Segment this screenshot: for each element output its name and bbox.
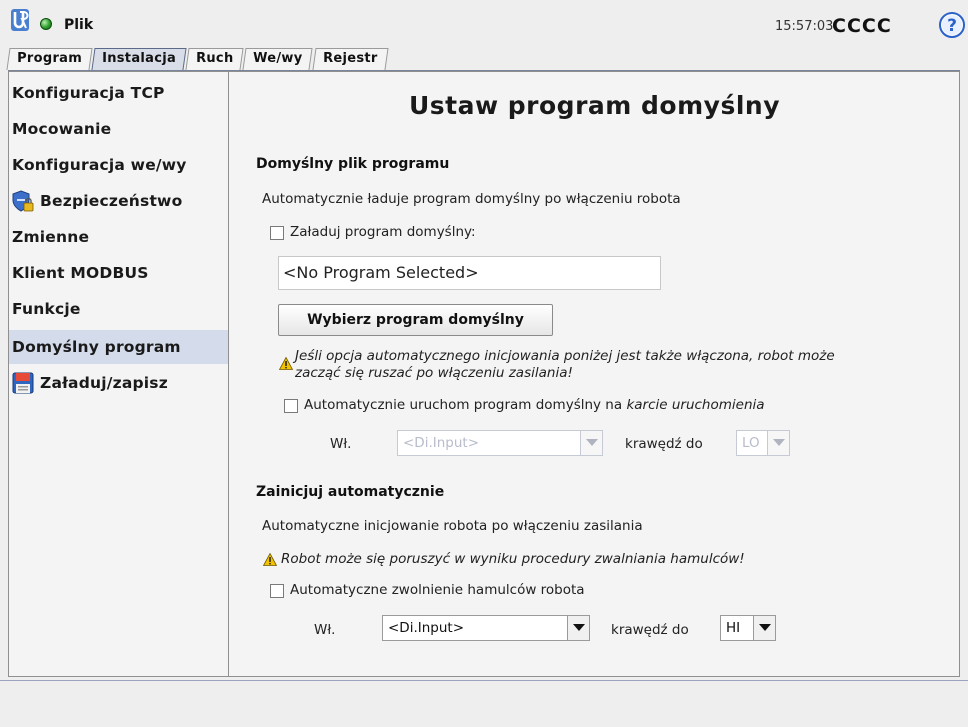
sidebar-item-variables[interactable]: Zmienne [9,220,228,254]
auto-init-heading: Zainicjuj automatycznie [256,484,445,500]
tab-label: Ruch [196,51,234,66]
sidebar-item-load-save[interactable]: Załaduj/zapisz [9,366,228,400]
sidebar-item-safety[interactable]: Bezpieczeństwo [9,184,228,218]
sidebar-item-modbus[interactable]: Klient MODBUS [9,256,228,290]
tab-label: Instalacja [102,51,177,66]
svg-text:?: ? [947,16,957,36]
sidebar-item-io-config[interactable]: Konfiguracja we/wy [9,148,228,182]
chevron-down-icon [753,616,775,640]
default-file-description: Automatycznie ładuje program domyślny po… [262,191,681,207]
file-menu[interactable]: Plik [64,17,93,33]
tab-log[interactable]: Rejestr [312,48,388,70]
autorun-label[interactable]: Automatycznie uruchom program domyślny n… [304,397,765,413]
autostart-warning-line2: zacząć się ruszać po włączeniu zasilania… [295,365,573,381]
brake-input-select[interactable]: <Di.Input> [382,615,590,641]
brake-edge-select[interactable]: HI [720,615,776,641]
chevron-down-icon [580,431,602,455]
select-default-program-button[interactable]: Wybierz program domyślny [278,304,553,336]
brake-input-value: <Di.Input> [388,620,465,636]
autorun-input-value: <Di.Input> [403,435,480,451]
robot-name: CCCC [832,15,892,37]
page-title: Ustaw program domyślny [408,91,780,120]
ur-logo-icon [11,9,29,31]
robot-status-icon[interactable] [40,18,52,30]
tab-label: Program [17,51,83,66]
sidebar-item-label: Bezpieczeństwo [40,192,183,210]
sidebar-item-label: Zmienne [12,228,90,246]
tab-installation[interactable]: Instalacja [91,48,187,70]
chevron-down-icon [567,616,589,640]
autorun-edge-label: krawędź do [625,436,703,452]
bottom-divider [0,680,968,681]
autorun-checkbox[interactable] [284,399,298,413]
warning-icon [263,553,277,566]
sidebar-item-label: Funkcje [12,300,81,318]
brake-release-checkbox[interactable] [270,584,284,598]
tab-io[interactable]: We/wy [242,48,314,70]
auto-init-description: Automatyczne inicjowanie robota po włącz… [262,518,643,534]
program-file-value: <No Program Selected> [283,263,479,282]
autorun-input-label: Wł. [330,436,352,452]
sidebar-item-label: Klient MODBUS [12,264,149,282]
brake-edge-value: HI [726,620,741,636]
sidebar: Konfiguracja TCP Mocowanie Konfiguracja … [8,71,229,677]
autorun-label-emphasis: karcie uruchomienia [626,397,765,413]
tab-label: Rejestr [322,51,378,66]
autostart-warning-line1: Jeśli opcja automatycznego inicjowania p… [295,348,835,364]
tab-bar: Program Instalacja Ruch We/wy Rejestr [6,48,388,70]
sidebar-item-label: Konfiguracja TCP [12,84,165,102]
sidebar-item-features[interactable]: Funkcje [9,292,228,326]
brake-edge-label: krawędź do [611,622,689,638]
autorun-edge-select: LO [736,430,790,456]
sidebar-item-label: Domyślny program [12,338,181,356]
clock: 15:57:03 [775,19,834,34]
warning-icon [279,357,293,370]
tab-move[interactable]: Ruch [185,48,244,70]
chevron-down-icon [767,431,789,455]
brake-release-warning: Robot może się poruszyć w wyniku procedu… [281,551,745,567]
autorun-label-text: Automatycznie uruchom program domyślny n… [304,397,627,413]
load-default-checkbox[interactable] [270,226,284,240]
sidebar-item-label: Załaduj/zapisz [40,374,168,392]
autorun-input-select: <Di.Input> [397,430,603,456]
top-bar: Plik 15:57:03 CCCC ? [0,0,968,48]
autorun-edge-value: LO [742,435,760,451]
tab-label: We/wy [253,51,303,66]
brake-input-label: Wł. [314,622,336,638]
brake-release-label[interactable]: Automatyczne zwolnienie hamulców robota [290,582,585,598]
sidebar-item-tcp-config[interactable]: Konfiguracja TCP [9,76,228,110]
sidebar-item-label: Mocowanie [12,120,112,138]
default-file-heading: Domyślny plik programu [256,156,450,172]
sidebar-item-label: Konfiguracja we/wy [12,156,187,174]
sidebar-item-mounting[interactable]: Mocowanie [9,112,228,146]
floppy-disk-icon [12,372,34,394]
load-default-label[interactable]: Załaduj program domyślny: [290,224,476,240]
tab-program[interactable]: Program [6,48,93,70]
sidebar-item-default-program[interactable]: Domyślny program [9,330,228,364]
shield-lock-icon [12,190,34,212]
main-panel: Ustaw program domyślny Domyślny plik pro… [229,71,960,677]
help-icon[interactable]: ? [939,12,965,38]
program-file-field[interactable]: <No Program Selected> [278,256,661,290]
